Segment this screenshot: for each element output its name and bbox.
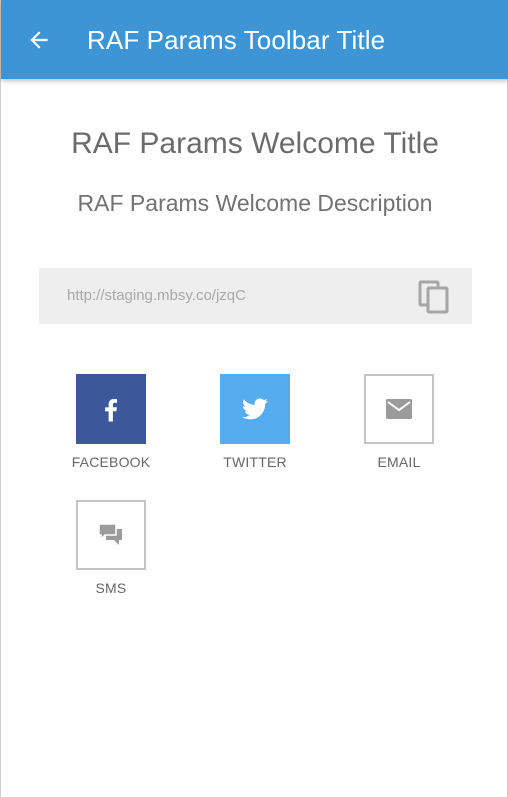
share-email-label: EMAIL: [377, 454, 421, 470]
share-sms-label: SMS: [95, 580, 127, 596]
toolbar-title: RAF Params Toolbar Title: [87, 25, 386, 55]
chat-bubbles-icon: [98, 523, 122, 545]
screen: RAF Params Toolbar Title RAF Params Welc…: [0, 0, 508, 797]
welcome-description: RAF Params Welcome Description: [77, 190, 433, 216]
share-facebook-label: FACEBOOK: [71, 454, 151, 470]
share-email-button[interactable]: EMAIL: [344, 374, 454, 471]
envelope-icon: [386, 399, 412, 419]
share-twitter-label: TWITTER: [223, 454, 287, 470]
share-sms-button[interactable]: SMS: [56, 500, 166, 597]
share-twitter-button[interactable]: TWITTER: [200, 374, 310, 471]
twitter-icon: [242, 398, 268, 420]
welcome-title: RAF Params Welcome Title: [71, 127, 439, 160]
facebook-tile[interactable]: [76, 374, 146, 444]
twitter-tile[interactable]: [220, 374, 290, 444]
back-button[interactable]: [23, 24, 55, 56]
arrow-left-icon: [30, 31, 48, 49]
share-link-box[interactable]: http://staging.mbsy.co/jzqC: [39, 268, 472, 324]
toolbar: RAF Params Toolbar Title: [1, 0, 508, 79]
share-facebook-button[interactable]: FACEBOOK: [56, 374, 166, 471]
share-link-url[interactable]: http://staging.mbsy.co/jzqC: [67, 286, 246, 306]
email-tile[interactable]: [364, 374, 434, 444]
facebook-icon: [105, 399, 117, 422]
copy-button[interactable]: [418, 280, 450, 314]
copy-icon: [418, 280, 449, 314]
sms-tile[interactable]: [76, 500, 146, 570]
